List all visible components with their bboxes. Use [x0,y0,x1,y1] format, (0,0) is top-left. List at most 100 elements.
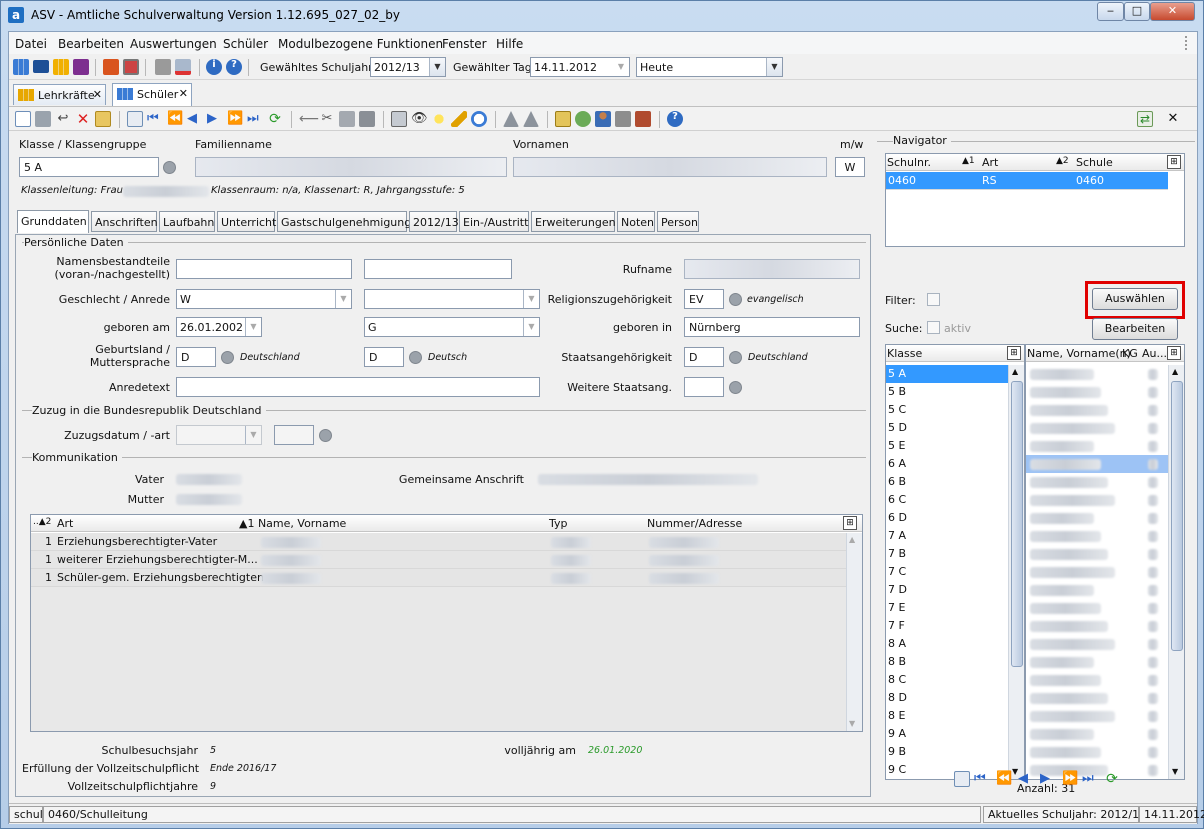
close-icon[interactable]: ✕ [179,87,188,100]
list-item-klasse[interactable]: 7 C [886,563,1008,581]
list-item-schueler[interactable] [1026,725,1168,743]
id-card-icon[interactable] [635,111,651,127]
list-item-klasse[interactable]: 6 C [886,491,1008,509]
rewind-icon[interactable]: ⏪ [167,111,183,127]
list-item-klasse[interactable]: 9 B [886,743,1008,761]
menu-modulbezogene-funktionen[interactable]: Modulbezogene Funktionen [278,37,443,51]
delete-icon[interactable]: ✕ [75,111,91,127]
preview-eye-icon[interactable]: 👁 [411,111,428,127]
list-item-schueler[interactable] [1026,491,1168,509]
previous-record-icon[interactable]: ◀ [1018,771,1034,787]
media-icon[interactable] [73,59,89,75]
refresh-icon[interactable]: ⟳ [267,111,283,127]
chevron-down-icon[interactable]: ▼ [245,426,261,444]
first-record-icon[interactable]: ⏮ [974,771,990,787]
scroll-down-icon[interactable]: ▼ [849,719,855,728]
zuzugsart-field[interactable] [274,425,314,445]
list-item-schueler[interactable] [1026,599,1168,617]
info-dot-icon[interactable] [319,429,332,442]
undo-icon[interactable]: ↩ [55,111,71,127]
broom-icon[interactable] [451,111,467,127]
last-record-icon[interactable]: ⏭ [1082,771,1098,787]
familienname-field[interactable] [195,157,507,177]
table-row[interactable]: 1 Schüler-gem. Erziehungsberechtigten [31,569,847,587]
scroll-thumb[interactable] [1171,381,1183,651]
chevron-down-icon[interactable]: ▼ [429,58,445,76]
info-dot-icon[interactable] [163,161,176,174]
namensteil-voran-field[interactable] [176,259,352,279]
info-dot-icon[interactable] [729,293,742,306]
list-item-schueler[interactable] [1026,653,1168,671]
filter-checkbox[interactable] [927,293,940,306]
export-icon[interactable] [555,111,571,127]
lightbulb-icon[interactable] [431,111,447,127]
namensteil-nach-field[interactable] [364,259,512,279]
previous-record-icon[interactable]: ◀ [187,111,203,127]
list-item-klasse[interactable]: 8 D [886,689,1008,707]
list-item-schueler[interactable] [1026,437,1168,455]
new-document-icon[interactable] [15,111,31,127]
list-item-schueler[interactable] [1026,527,1168,545]
list-item-klasse[interactable]: 6 D [886,509,1008,527]
table-row-selected[interactable]: 0460 RS 0460 [886,172,1168,190]
list-item-schueler[interactable] [1026,509,1168,527]
students-icon[interactable] [53,59,69,75]
tab-person[interactable]: Person [657,211,699,232]
col-name[interactable]: ▲1 Name, Vorname [239,517,346,530]
col-sort-1[interactable]: ▲1 [962,156,975,166]
tab-lehrkraefte[interactable]: Lehrkräfte ✕ [13,84,106,105]
list-item-klasse[interactable]: 8 A [886,635,1008,653]
column-chooser-icon[interactable]: ⊞ [1167,346,1181,360]
schuljahr-select[interactable]: 2012/13 ▼ [370,57,446,77]
tab-grunddaten[interactable]: Grunddaten [17,210,89,233]
import-icon[interactable] [575,111,591,127]
list-item-klasse[interactable]: 8 E [886,707,1008,725]
scroll-thumb[interactable] [1011,381,1023,667]
next-record-icon[interactable]: ▶ [207,111,223,127]
chevron-down-icon[interactable]: ▼ [766,58,782,76]
close-window-button[interactable]: ✕ [1150,2,1195,21]
geboren-in-field[interactable]: Nürnberg [684,317,860,337]
list-item-schueler[interactable] [1026,365,1168,383]
col-klasse[interactable]: Klasse [887,347,922,360]
cut-icon[interactable]: ✂ [319,111,335,127]
save-icon[interactable] [35,111,51,127]
col-kg[interactable]: KG [1122,347,1138,360]
clock-icon[interactable] [471,111,487,127]
info-icon[interactable]: i [206,59,222,75]
bearbeiten-button[interactable]: Bearbeiten [1092,318,1178,340]
help-icon[interactable]: ? [226,59,242,75]
list-item-schueler[interactable] [1026,743,1168,761]
maximize-button[interactable]: □ [1124,2,1150,21]
list-item-schueler[interactable] [1026,635,1168,653]
fast-forward-icon[interactable]: ⏩ [1062,771,1078,787]
list-item-klasse[interactable]: 7 F [886,617,1008,635]
list-icon[interactable] [127,111,143,127]
teachers-icon[interactable] [13,59,29,75]
menu-schueler[interactable]: Schüler [223,37,268,51]
info-dot-icon[interactable] [729,351,742,364]
g-select[interactable]: G ▼ [364,317,540,337]
staatsangehoerigkeit-field[interactable]: D [684,347,724,367]
table-row[interactable]: 1 Erziehungsberechtigter-Vater [31,533,847,551]
first-record-icon[interactable]: ⏮ [147,111,163,127]
window-alert-icon[interactable] [175,59,191,75]
scroll-up-icon[interactable]: ▲ [1012,367,1018,376]
list-item-schueler[interactable] [1026,563,1168,581]
vornamen-field[interactable] [513,157,827,177]
classes-icon[interactable] [33,60,49,73]
list-item-schueler[interactable] [1026,581,1168,599]
menu-datei[interactable]: Datei [15,37,47,51]
col-name[interactable]: Name, Vorname(n) [1027,347,1131,360]
heute-select[interactable]: Heute ▼ [636,57,783,77]
suche-aktiv-checkbox[interactable] [927,321,940,334]
list-item-schueler[interactable] [1026,617,1168,635]
close-icon[interactable]: ✕ [93,88,102,101]
last-record-icon[interactable]: ⏭ [247,111,263,127]
rufname-field[interactable] [684,259,860,279]
list-item-schueler[interactable] [1026,419,1168,437]
col-typ[interactable]: Typ [549,517,568,530]
print-icon[interactable] [391,111,407,127]
list-item-schueler[interactable] [1026,383,1168,401]
list-item-klasse[interactable]: 6 B [886,473,1008,491]
